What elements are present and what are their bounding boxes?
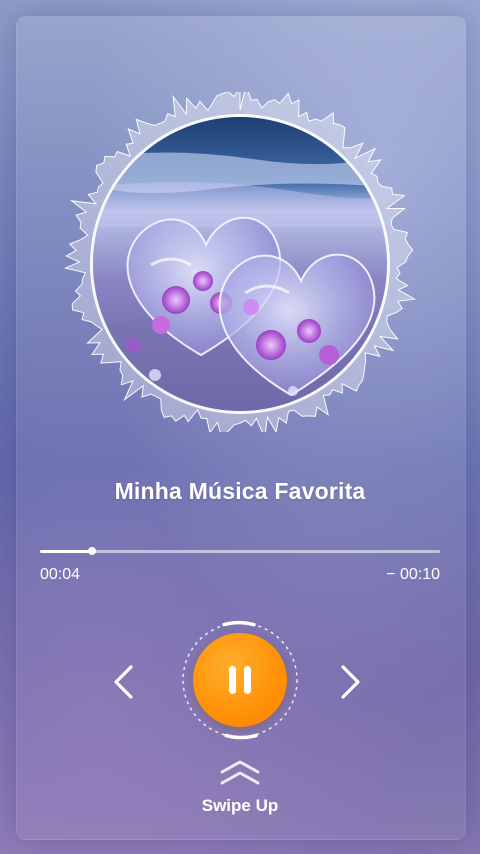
time-elapsed: 00:04 — [40, 566, 81, 583]
song-title: Minha Música Favorita — [114, 478, 366, 504]
album-art — [90, 114, 390, 414]
previous-button[interactable] — [102, 660, 146, 704]
chevron-left-icon — [114, 665, 133, 699]
pause-button[interactable] — [193, 633, 287, 727]
swipe-up-label[interactable]: Swipe Up — [0, 796, 480, 816]
progress-thumb[interactable] — [88, 547, 96, 555]
progress-fill — [40, 550, 92, 553]
progress-bar[interactable] — [40, 547, 440, 555]
next-button[interactable] — [328, 660, 372, 704]
pause-icon — [229, 666, 251, 694]
time-remaining: − 00:10 — [386, 566, 440, 583]
album-art-image — [93, 117, 387, 411]
chevron-right-icon — [341, 665, 360, 699]
double-chevron-up-icon[interactable] — [218, 758, 262, 788]
player-screen: Minha Música Favorita 00:04 − 00:10 Swip… — [0, 0, 480, 854]
